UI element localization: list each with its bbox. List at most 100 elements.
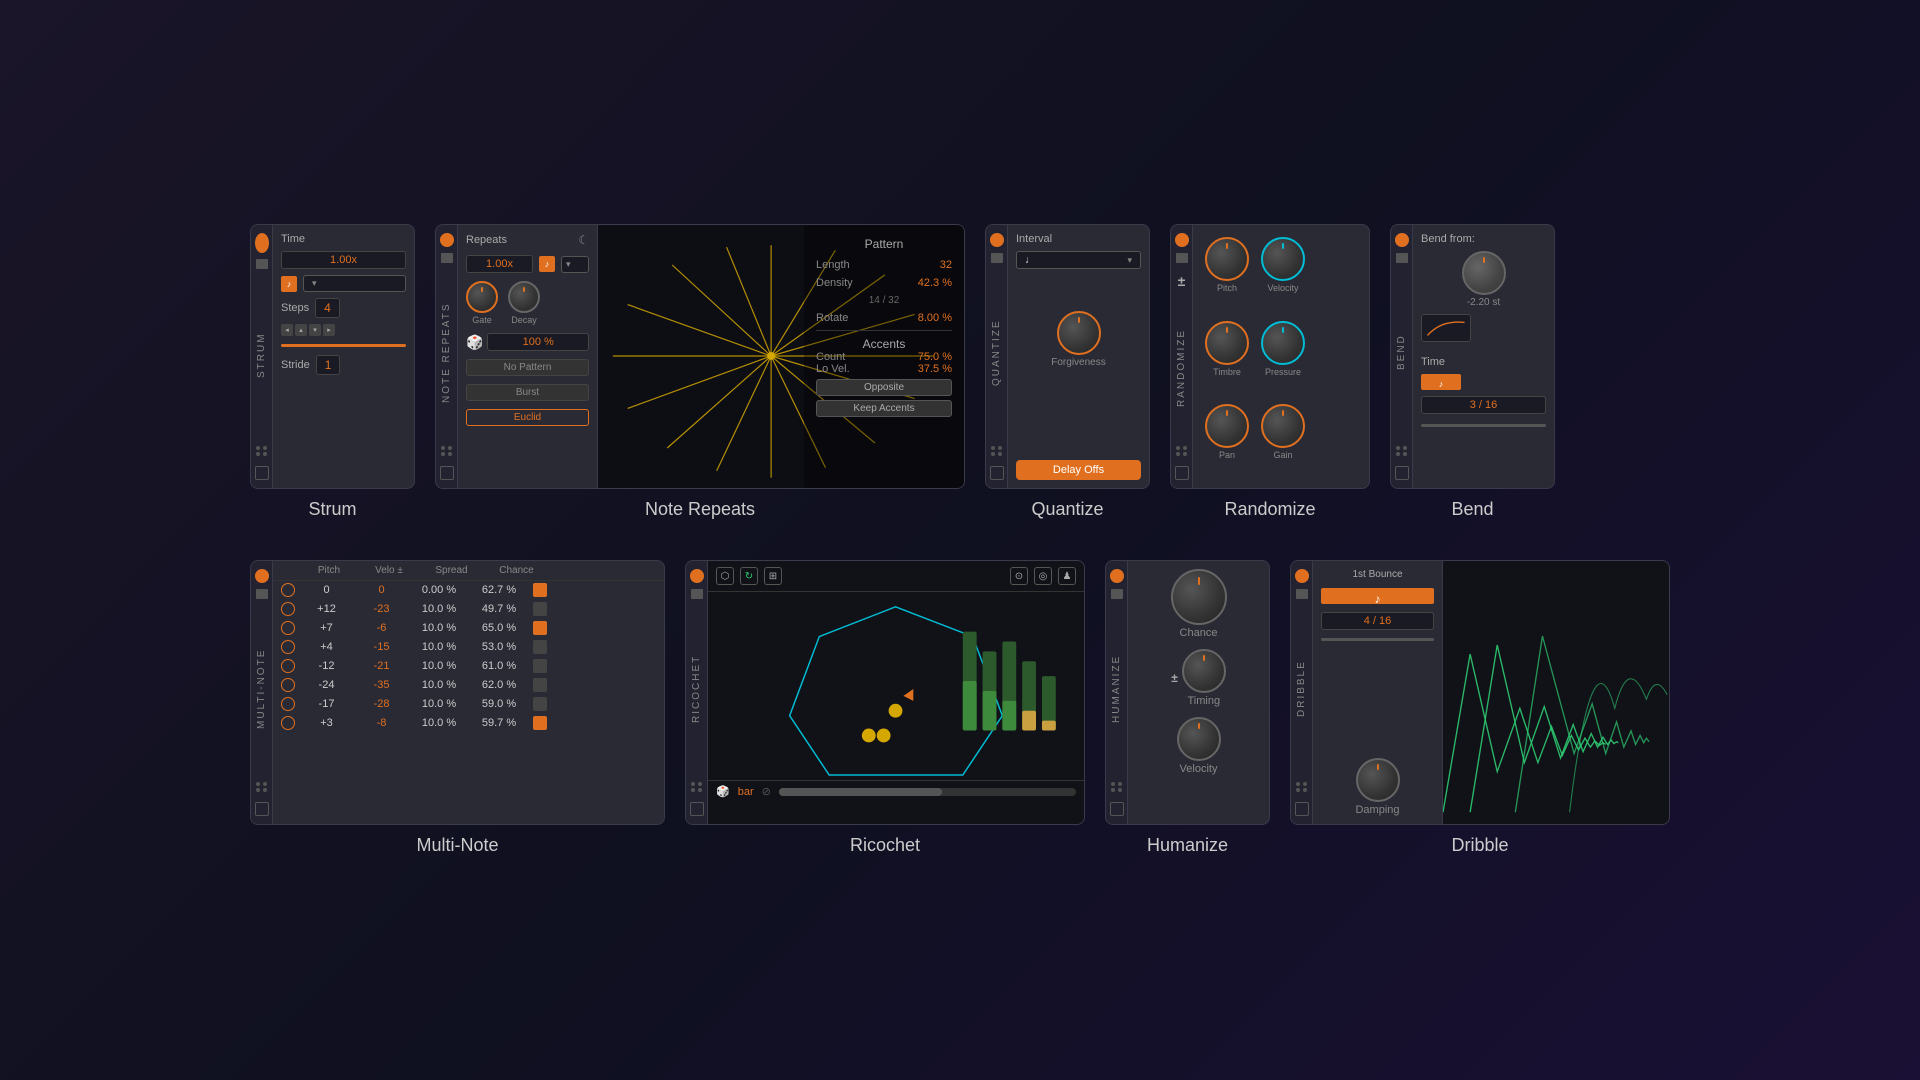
- nr-rate-dropdown[interactable]: [561, 256, 589, 273]
- q-interval-dropdown[interactable]: ♩: [1016, 251, 1141, 269]
- strum-note-row: ♪: [281, 275, 406, 292]
- mn-row2-power[interactable]: [281, 621, 295, 635]
- nr-sidebar-bottom: [440, 466, 454, 480]
- rand-pan-label: Pan: [1219, 450, 1235, 460]
- mn-row-4[interactable]: -12 -21 10.0 % 61.0 %: [273, 657, 664, 676]
- q-delay-offs-btn[interactable]: Delay Offs: [1016, 460, 1141, 480]
- rand-plus: ±: [1178, 273, 1186, 291]
- mn-row2-pitch: +7: [299, 622, 354, 634]
- mn-row3-power[interactable]: [281, 640, 295, 654]
- bend-time-note[interactable]: ♪: [1421, 374, 1461, 390]
- strum-stride-value[interactable]: 1: [316, 355, 341, 375]
- keep-accents-btn[interactable]: Keep Accents: [816, 400, 952, 417]
- drib-fraction[interactable]: 4 / 16: [1321, 612, 1434, 630]
- accents-count-value[interactable]: 75.0 %: [918, 351, 952, 363]
- nr-rate-value[interactable]: 1.00x: [466, 255, 533, 273]
- nr-header: Repeats ☾: [466, 233, 589, 247]
- mn-row-0[interactable]: 0 0 0.00 % 62.7 %: [273, 581, 664, 600]
- mn-row-7[interactable]: +3 -8 10.0 % 59.7 %: [273, 714, 664, 733]
- nr-no-pattern-btn[interactable]: No Pattern: [466, 359, 589, 376]
- drib-power[interactable]: [1295, 569, 1309, 583]
- rand-timbre-label: Timbre: [1213, 367, 1241, 377]
- multinote-panel: MULTI-NOTE Pitch Velo ± Spread Chance: [250, 560, 665, 825]
- strum-arrow-up[interactable]: ▴: [295, 324, 307, 336]
- mn-row1-chance: 49.7 %: [469, 603, 529, 615]
- rico-sidebar-icon: [691, 589, 703, 599]
- q-forgiveness-knob[interactable]: [1057, 311, 1101, 355]
- rico-icon-hexagon[interactable]: ⬡: [716, 567, 734, 585]
- mn-row6-power[interactable]: [281, 697, 295, 711]
- strum-arrow-down[interactable]: ▾: [309, 324, 321, 336]
- nr-power[interactable]: [440, 233, 454, 247]
- rand-velocity-knob[interactable]: [1261, 237, 1305, 281]
- mn-row2-spread: 10.0 %: [409, 622, 469, 634]
- nr-gate-label: Gate: [472, 315, 492, 325]
- nr-decay-group: Decay: [508, 281, 540, 325]
- mn-row7-power[interactable]: [281, 716, 295, 730]
- opposite-btn[interactable]: Opposite: [816, 379, 952, 396]
- q-interval-label: Interval: [1016, 233, 1141, 245]
- mn-row0-power[interactable]: [281, 583, 295, 597]
- drib-waveform-svg: [1443, 561, 1669, 824]
- drib-note-icon[interactable]: ♪: [1321, 588, 1434, 604]
- rico-icon-dot[interactable]: ⊙: [1010, 567, 1028, 585]
- nr-decay-knob[interactable]: [508, 281, 540, 313]
- nr-chance-row: 🎲 100 %: [466, 333, 589, 351]
- q-power[interactable]: [990, 233, 1004, 247]
- bend-sidebar-dots: [1396, 446, 1408, 456]
- nr-gate-knob[interactable]: [466, 281, 498, 313]
- rico-power[interactable]: [690, 569, 704, 583]
- mn-row-6[interactable]: -17 -28 10.0 % 59.0 %: [273, 695, 664, 714]
- hum-timing-knob[interactable]: [1182, 649, 1226, 693]
- pattern-density-label: Density: [816, 277, 853, 289]
- rico-sidebar: RICOCHET: [686, 561, 708, 824]
- strum-music-icon[interactable]: ♪: [281, 276, 297, 292]
- nr-music-icon[interactable]: ♪: [539, 256, 555, 272]
- drib-damping-knob[interactable]: [1356, 758, 1400, 802]
- mn-row1-power[interactable]: [281, 602, 295, 616]
- mn-row5-power[interactable]: [281, 678, 295, 692]
- pattern-length-value[interactable]: 32: [940, 259, 952, 271]
- mn-row-2[interactable]: +7 -6 10.0 % 65.0 %: [273, 619, 664, 638]
- strum-steps-value[interactable]: 4: [315, 298, 340, 318]
- bend-time-fraction[interactable]: 3 / 16: [1421, 396, 1546, 414]
- mn-row-1[interactable]: +12 -23 10.0 % 49.7 %: [273, 600, 664, 619]
- hum-chance-knob[interactable]: [1171, 569, 1227, 625]
- strum-arrow-right[interactable]: ▸: [323, 324, 335, 336]
- rand-power[interactable]: [1175, 233, 1189, 247]
- strum-power[interactable]: [255, 233, 269, 253]
- mn-row5-sq: [529, 678, 551, 692]
- hum-power[interactable]: [1110, 569, 1124, 583]
- bend-sidebar: BEND: [1391, 225, 1413, 488]
- rand-gain-knob[interactable]: [1261, 404, 1305, 448]
- strum-time-value[interactable]: 1.00x: [281, 251, 406, 269]
- strum-arrow-left[interactable]: ◂: [281, 324, 293, 336]
- nr-burst-btn[interactable]: Burst: [466, 384, 589, 401]
- rand-pitch-knob[interactable]: [1205, 237, 1249, 281]
- rand-pan-knob[interactable]: [1205, 404, 1249, 448]
- rand-sidebar: ± RANDOMIZE: [1171, 225, 1193, 488]
- accents-lovel-value[interactable]: 37.5 %: [918, 363, 952, 375]
- rico-icon-target[interactable]: ◎: [1034, 567, 1052, 585]
- multinote-wrapper: MULTI-NOTE Pitch Velo ± Spread Chance: [250, 560, 665, 856]
- mn-row4-power[interactable]: [281, 659, 295, 673]
- nr-chance-value[interactable]: 100 %: [487, 333, 589, 351]
- strum-dropdown[interactable]: [303, 275, 406, 292]
- pattern-density-value[interactable]: 42.3 %: [918, 277, 952, 289]
- bend-power[interactable]: [1395, 233, 1409, 247]
- mn-row-5[interactable]: -24 -35 10.0 % 62.0 %: [273, 676, 664, 695]
- nr-euclid-btn[interactable]: Euclid: [466, 409, 589, 426]
- mn-power[interactable]: [255, 569, 269, 583]
- mn-row-3[interactable]: +4 -15 10.0 % 53.0 %: [273, 638, 664, 657]
- rico-icon-grid[interactable]: ⊞: [764, 567, 782, 585]
- pattern-rotate-label: Rotate: [816, 312, 848, 324]
- bend-knob[interactable]: [1462, 251, 1506, 295]
- rand-timbre-knob[interactable]: [1205, 321, 1249, 365]
- bend-label: Bend: [1451, 499, 1493, 520]
- rand-pressure-knob[interactable]: [1261, 321, 1305, 365]
- rico-icon-pin[interactable]: ♟: [1058, 567, 1076, 585]
- rico-icon-rotate[interactable]: ↻: [740, 567, 758, 585]
- bend-sidebar-label: BEND: [1396, 269, 1407, 436]
- hum-velocity-knob[interactable]: [1177, 717, 1221, 761]
- pattern-rotate-value[interactable]: 8.00 %: [918, 312, 952, 324]
